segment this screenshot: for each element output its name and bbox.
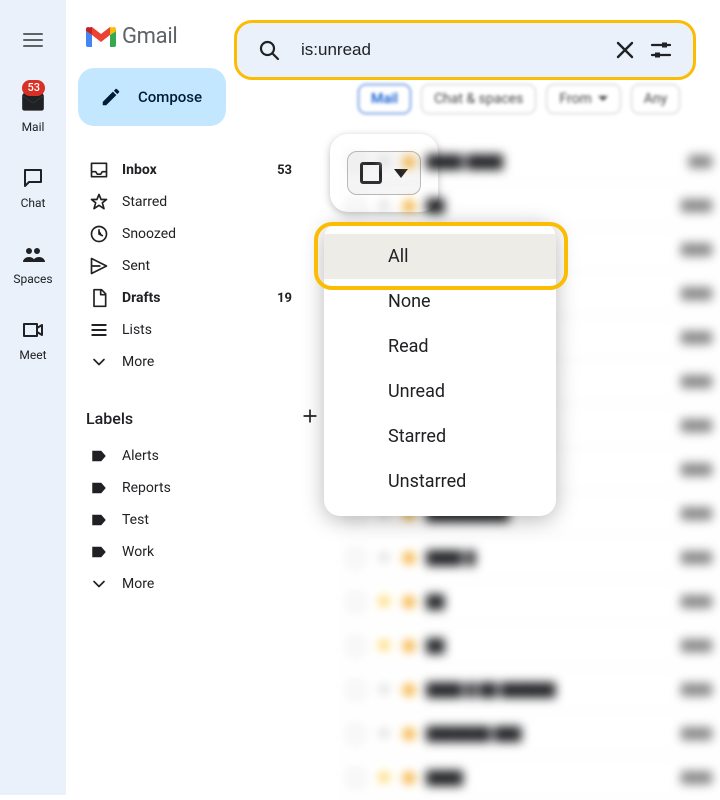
compose-button[interactable]: Compose xyxy=(78,68,226,126)
lists-icon xyxy=(89,320,109,340)
star-icon xyxy=(89,192,109,212)
label-icon xyxy=(90,447,108,465)
rail-meet-label: Meet xyxy=(19,348,46,362)
nav-snoozed[interactable]: Snoozed xyxy=(78,218,328,250)
label-item[interactable]: Work xyxy=(78,536,328,568)
mail-badge: 53 xyxy=(22,80,45,96)
nav-sent[interactable]: Sent xyxy=(78,250,328,282)
labels-more[interactable]: More xyxy=(78,568,328,600)
gmail-logo-text: Gmail xyxy=(122,24,177,49)
label-text: Work xyxy=(122,544,320,560)
meet-icon xyxy=(21,318,45,342)
sent-icon xyxy=(89,256,109,276)
dropdown-item-starred[interactable]: Starred xyxy=(324,414,556,459)
label-text: Alerts xyxy=(122,448,320,464)
chevron-down-icon xyxy=(89,574,109,594)
filter-chips: Mail Chat & spaces From Any xyxy=(358,84,680,114)
app-rail: 53 Mail Chat Spaces Meet xyxy=(0,0,66,795)
rail-meet[interactable]: Meet xyxy=(17,314,49,362)
search-options-button[interactable] xyxy=(643,38,679,62)
nav-starred-label: Starred xyxy=(122,194,320,210)
nav-snoozed-label: Snoozed xyxy=(122,226,320,242)
plus-icon xyxy=(300,406,320,426)
search-icon xyxy=(257,38,281,62)
sidebar: Compose Inbox 53 Starred Snoozed Sent Dr… xyxy=(78,68,328,600)
rail-spaces[interactable]: Spaces xyxy=(13,238,52,286)
gmail-logo[interactable]: Gmail xyxy=(86,24,177,49)
label-item[interactable]: Alerts xyxy=(78,440,328,472)
pencil-icon xyxy=(100,86,122,108)
search-input[interactable] xyxy=(301,40,607,60)
caret-icon xyxy=(598,94,608,104)
labels-list: Alerts Reports Test Work More xyxy=(78,440,328,600)
labels-header-text: Labels xyxy=(86,409,133,428)
dropdown-item-unread[interactable]: Unread xyxy=(324,369,556,414)
chip-mail[interactable]: Mail xyxy=(358,84,411,114)
nav-sent-label: Sent xyxy=(122,258,320,274)
search-bar[interactable] xyxy=(234,20,696,80)
inbox-icon xyxy=(89,160,109,180)
label-icon xyxy=(90,511,108,529)
nav-lists-label: Lists xyxy=(122,322,320,338)
rail-chat[interactable]: Chat xyxy=(17,162,49,210)
labels-header: Labels xyxy=(78,406,328,430)
search-button[interactable] xyxy=(251,38,287,62)
label-item[interactable]: Test xyxy=(78,504,328,536)
nav-list: Inbox 53 Starred Snoozed Sent Drafts 19 … xyxy=(78,154,328,378)
nav-inbox-count: 53 xyxy=(277,163,292,178)
chip-label: Any xyxy=(644,91,668,107)
nav-drafts-label: Drafts xyxy=(122,290,277,306)
nav-drafts[interactable]: Drafts 19 xyxy=(78,282,328,314)
compose-label: Compose xyxy=(138,88,202,106)
label-icon xyxy=(90,479,108,497)
chip-label: From xyxy=(559,91,591,107)
rail-spaces-label: Spaces xyxy=(13,272,52,286)
close-icon xyxy=(613,38,637,62)
dropdown-item-all[interactable]: All xyxy=(324,234,556,279)
dropdown-item-read[interactable]: Read xyxy=(324,324,556,369)
labels-more-label: More xyxy=(122,576,320,592)
drafts-icon xyxy=(89,288,109,308)
label-text: Test xyxy=(122,512,320,528)
add-label-button[interactable] xyxy=(300,406,320,430)
nav-inbox[interactable]: Inbox 53 xyxy=(78,154,328,186)
chevron-down-icon xyxy=(89,352,109,372)
rail-mail-label: Mail xyxy=(22,120,45,134)
menu-button[interactable] xyxy=(21,28,45,56)
nav-inbox-label: Inbox xyxy=(122,162,277,178)
spaces-icon xyxy=(21,242,45,266)
dropdown-item-none[interactable]: None xyxy=(324,279,556,324)
select-dropdown: All None Read Unread Starred Unstarred xyxy=(324,222,556,516)
label-icon xyxy=(90,543,108,561)
nav-more[interactable]: More xyxy=(78,346,328,378)
clock-icon xyxy=(89,224,109,244)
chip-from[interactable]: From xyxy=(546,84,620,114)
hamburger-icon xyxy=(21,28,45,52)
gmail-logo-icon xyxy=(86,25,116,49)
nav-more-label: More xyxy=(122,354,320,370)
rail-chat-label: Chat xyxy=(21,196,46,210)
nav-starred[interactable]: Starred xyxy=(78,186,328,218)
dropdown-item-unstarred[interactable]: Unstarred xyxy=(324,459,556,504)
chip-label: Mail xyxy=(371,91,398,107)
label-text: Reports xyxy=(122,480,320,496)
clear-search-button[interactable] xyxy=(607,38,643,62)
chip-label: Chat & spaces xyxy=(434,91,523,107)
chip-any[interactable]: Any xyxy=(631,84,681,114)
nav-drafts-count: 19 xyxy=(277,291,292,306)
nav-lists[interactable]: Lists xyxy=(78,314,328,346)
chat-icon xyxy=(21,166,45,190)
chip-chat-spaces[interactable]: Chat & spaces xyxy=(421,84,536,114)
label-item[interactable]: Reports xyxy=(78,472,328,504)
tune-icon xyxy=(649,38,673,62)
rail-mail[interactable]: 53 Mail xyxy=(17,86,49,134)
